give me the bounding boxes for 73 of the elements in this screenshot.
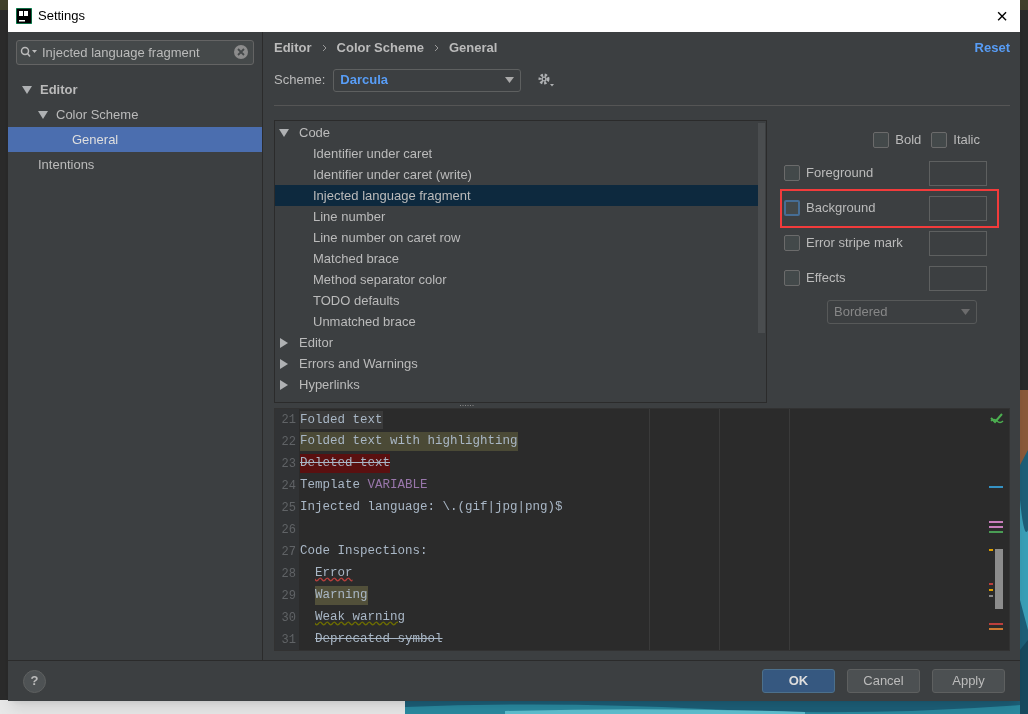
code-text: Folded text <box>300 410 383 430</box>
checkbox-label: Bold <box>895 131 922 149</box>
checkbox[interactable] <box>931 131 948 148</box>
scheme-label: Scheme: <box>274 71 326 90</box>
code-text: Warning <box>315 585 368 605</box>
code-text: Error <box>315 564 353 582</box>
breadcrumb-item: Color Scheme <box>336 39 424 58</box>
close-button[interactable]: × <box>990 4 1014 28</box>
checkbox-label: Error stripe mark <box>806 234 904 253</box>
help-button[interactable]: ? <box>23 669 46 693</box>
tree-item[interactable]: Identifier under caret <box>275 143 758 164</box>
checkbox[interactable] <box>873 131 890 148</box>
expand-arrow-icon[interactable] <box>279 379 289 390</box>
code-text: Folded text with highlighting <box>300 432 518 452</box>
expand-arrow-icon[interactable] <box>38 109 48 120</box>
color-swatch[interactable] <box>929 160 987 186</box>
checkbox[interactable] <box>784 165 800 181</box>
tree-item[interactable]: Unmatched brace <box>275 311 758 332</box>
sidebar-item[interactable]: Editor <box>8 77 262 102</box>
dialog-button[interactable]: Apply <box>932 669 1005 693</box>
dialog-button[interactable]: Cancel <box>847 669 920 693</box>
tree-item[interactable]: Editor <box>275 332 758 353</box>
checkbox-label: Italic <box>953 131 980 149</box>
search-field[interactable]: Injected language fragment <box>16 40 254 65</box>
tree-item[interactable]: Hyperlinks <box>275 374 758 395</box>
tree-item[interactable]: Identifier under caret (write) <box>275 164 758 185</box>
code-text: Weak warning <box>315 608 405 626</box>
dropdown-arrow-icon <box>961 308 970 315</box>
tree-item[interactable]: Injected language fragment <box>275 185 758 206</box>
tree-item[interactable]: Code <box>275 122 758 143</box>
tree-item[interactable]: TODO defaults <box>275 290 758 311</box>
sidebar-item[interactable]: Color Scheme <box>8 102 262 127</box>
splitter-handle-icon[interactable] <box>460 404 474 407</box>
breadcrumb-item: General <box>449 39 498 58</box>
sidebar-item[interactable]: General <box>8 127 262 152</box>
tree-item[interactable]: Line number <box>275 206 758 227</box>
dropdown-arrow-icon <box>505 77 515 83</box>
chevron-icon <box>321 44 327 52</box>
tree-item[interactable]: Line number on caret row <box>275 227 758 248</box>
expand-arrow-icon[interactable] <box>279 358 289 369</box>
sidebar-item[interactable]: Intentions <box>8 152 262 177</box>
clear-icon[interactable] <box>233 44 249 60</box>
color-swatch[interactable] <box>929 265 987 291</box>
tree-item[interactable]: Errors and Warnings <box>275 353 758 374</box>
expand-arrow-icon[interactable] <box>279 127 289 138</box>
search-icon <box>20 46 38 58</box>
tree-item[interactable]: Method separator color <box>275 269 758 290</box>
scheme-dropdown[interactable]: Darcula <box>333 68 522 92</box>
chevron-icon <box>434 44 439 52</box>
color-swatch[interactable] <box>929 230 987 256</box>
breadcrumb-item: Editor <box>274 39 312 58</box>
expand-arrow-icon[interactable] <box>22 84 32 95</box>
settings-icon[interactable] <box>537 72 556 88</box>
app-logo-icon <box>16 8 32 24</box>
code-text: Deleted text <box>300 454 390 474</box>
checkbox[interactable] <box>784 270 800 286</box>
tree-item[interactable]: Matched brace <box>275 248 758 269</box>
code-text: Injected language: \.(gif|jpg|png)$ <box>300 499 563 517</box>
checkbox-label: Effects <box>806 269 847 288</box>
checkbox-label: Background <box>806 199 877 218</box>
dialog-button[interactable]: OK <box>762 669 835 693</box>
expand-arrow-icon[interactable] <box>279 337 289 348</box>
code-text: Template <box>300 477 360 495</box>
checkbox[interactable] <box>784 235 800 251</box>
code-text: VARIABLE <box>367 477 428 495</box>
checkbox-label: Foreground <box>806 164 875 183</box>
scrollbar[interactable] <box>758 123 765 333</box>
window-title: Settings <box>38 7 86 26</box>
reset-link[interactable]: Reset <box>974 38 1010 58</box>
checkbox[interactable] <box>784 200 800 216</box>
code-text: Deprecated symbol <box>315 630 443 648</box>
color-swatch[interactable] <box>929 195 987 221</box>
code-text: Code Inspections: <box>300 543 428 560</box>
